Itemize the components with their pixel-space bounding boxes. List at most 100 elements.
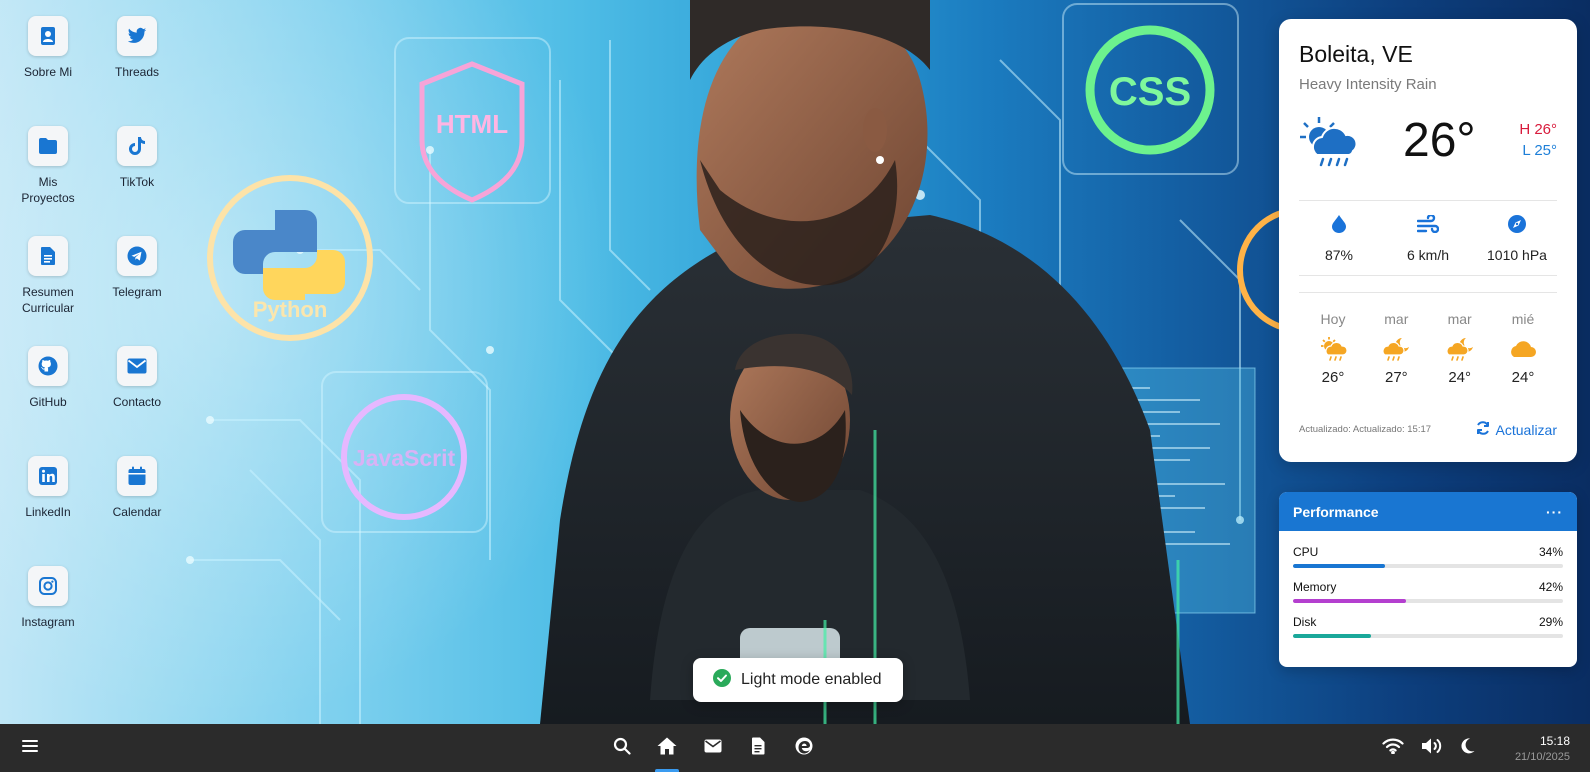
desktop-icon-linkedin[interactable]: LinkedIn bbox=[8, 456, 88, 520]
theme-toggle-button[interactable] bbox=[1446, 724, 1490, 772]
weather-description: Heavy Intensity Rain bbox=[1299, 76, 1437, 93]
refresh-label: Actualizar bbox=[1495, 421, 1557, 438]
weather-stats: 87% 6 km/h 1010 hPa bbox=[1299, 201, 1557, 275]
wifi-icon bbox=[1382, 738, 1404, 759]
metric-label: Disk bbox=[1293, 615, 1317, 629]
wind-value: 6 km/h bbox=[1406, 247, 1449, 263]
desktop-icon-github[interactable]: GitHub bbox=[8, 346, 88, 410]
desktop-icon-sobre-mi[interactable]: Sobre Mi bbox=[8, 16, 88, 80]
low-temperature: L 25° bbox=[1522, 142, 1557, 159]
sun-cloud-rain-icon bbox=[1319, 337, 1348, 363]
metric-value: 34% bbox=[1538, 545, 1563, 559]
desktop-icon-label: Telegram bbox=[112, 285, 162, 299]
taskbar-browser-button[interactable] bbox=[782, 724, 826, 772]
wifi-button[interactable] bbox=[1371, 724, 1415, 772]
forecast-day: mar 24° bbox=[1432, 311, 1488, 386]
forecast-day-label: Hoy bbox=[1320, 311, 1346, 327]
forecast-day: Hoy 26° bbox=[1305, 311, 1361, 386]
search-icon bbox=[613, 737, 631, 760]
forecast-temp: 26° bbox=[1321, 369, 1345, 386]
taskbar-mail-button[interactable] bbox=[691, 724, 735, 772]
compass-icon bbox=[1508, 215, 1526, 238]
css-badge-text: CSS bbox=[1109, 70, 1191, 114]
taskbar-home-button[interactable] bbox=[645, 724, 689, 772]
high-low: H 26° L 25° bbox=[1519, 119, 1557, 161]
toast-notification: Light mode enabled bbox=[693, 658, 903, 702]
check-circle-icon bbox=[713, 668, 731, 692]
desktop-icon-calendar[interactable]: Calendar bbox=[97, 456, 177, 520]
calendar-icon bbox=[117, 456, 157, 496]
javascript-badge-text: JavaScrit bbox=[353, 445, 456, 471]
desktop-icon-tiktok[interactable]: TikTok bbox=[97, 126, 177, 190]
taskbar-document-button[interactable] bbox=[736, 724, 780, 772]
document-icon bbox=[28, 236, 68, 276]
telegram-icon bbox=[117, 236, 157, 276]
forecast-temp: 24° bbox=[1511, 369, 1535, 386]
sun-cloud-rain-icon bbox=[1299, 115, 1361, 174]
metric-fill bbox=[1293, 634, 1372, 638]
forecast-row: Hoy 26° mar 27° mar 24° mié 24° bbox=[1299, 293, 1557, 386]
desktop-icon-label: Mis Proyectos bbox=[21, 175, 75, 205]
forecast-temp: 27° bbox=[1384, 369, 1408, 386]
cloud-icon bbox=[1509, 337, 1537, 363]
performance-title: Performance bbox=[1293, 503, 1379, 520]
document-icon bbox=[751, 737, 765, 760]
toast-message: Light mode enabled bbox=[741, 671, 882, 688]
desktop-icon-resumen-curricular[interactable]: Resumen Curricular bbox=[8, 236, 88, 316]
envelope-icon bbox=[117, 346, 157, 386]
desktop-icon-label: TikTok bbox=[119, 175, 155, 189]
metric-label: Memory bbox=[1293, 580, 1337, 594]
twitter-bird-icon bbox=[117, 16, 157, 56]
weather-footer: Actualizado: Actualizado: 15:17 Actualiz… bbox=[1299, 421, 1557, 438]
pressure-value: 1010 hPa bbox=[1487, 247, 1547, 263]
water-drop-icon bbox=[1332, 215, 1346, 238]
taskbar-search-button[interactable] bbox=[600, 724, 644, 772]
more-options-icon[interactable]: ··· bbox=[1546, 504, 1563, 520]
forecast-day-label: mar bbox=[1447, 311, 1472, 327]
tiktok-icon bbox=[117, 126, 157, 166]
desktop-icon-threads[interactable]: Threads bbox=[97, 16, 177, 80]
desktop-icon-instagram[interactable]: Instagram bbox=[8, 566, 88, 630]
last-updated: Actualizado: Actualizado: 15:17 bbox=[1299, 424, 1432, 435]
taskbar-clock[interactable]: 15:18 21/10/2025 bbox=[1515, 734, 1570, 763]
clock-time: 15:18 bbox=[1539, 734, 1570, 748]
metric-disk: Disk 29% bbox=[1293, 615, 1563, 638]
desktop-icon-mis-proyectos[interactable]: Mis Proyectos bbox=[8, 126, 88, 206]
humidity-stat: 87% bbox=[1299, 215, 1379, 263]
forecast-temp: 24° bbox=[1448, 369, 1471, 386]
metric-track bbox=[1293, 564, 1563, 568]
moon-cloud-rain-icon bbox=[1382, 337, 1410, 363]
linkedin-icon bbox=[28, 456, 68, 496]
desktop-icon-label: LinkedIn bbox=[25, 505, 71, 519]
humidity-value: 87% bbox=[1324, 247, 1354, 263]
divider bbox=[1299, 275, 1557, 276]
metric-value: 42% bbox=[1538, 580, 1563, 594]
hamburger-menu-icon bbox=[22, 739, 38, 758]
github-icon bbox=[28, 346, 68, 386]
desktop-icon-label: Instagram bbox=[21, 615, 75, 629]
wind-stat: 6 km/h bbox=[1388, 213, 1468, 263]
metric-cpu: CPU 34% bbox=[1293, 545, 1563, 568]
home-icon bbox=[657, 737, 677, 760]
desktop-icon-telegram[interactable]: Telegram bbox=[97, 236, 177, 300]
html-badge-text: HTML bbox=[436, 109, 508, 139]
performance-widget: Performance ··· CPU 34% Memory 42% Disk 29% bbox=[1279, 492, 1577, 667]
metric-memory: Memory 42% bbox=[1293, 580, 1563, 603]
refresh-button[interactable]: Actualizar bbox=[1476, 421, 1557, 438]
taskbar: 15:18 21/10/2025 bbox=[0, 724, 1590, 772]
person-badge-icon bbox=[28, 16, 68, 56]
desktop-icon-label: Resumen Curricular bbox=[21, 285, 74, 315]
forecast-day-label: mar bbox=[1384, 311, 1409, 327]
instagram-icon bbox=[28, 566, 68, 606]
high-temperature: H 26° bbox=[1519, 121, 1557, 138]
volume-icon bbox=[1421, 737, 1443, 760]
desktop-icon-contacto[interactable]: Contacto bbox=[97, 346, 177, 410]
refresh-icon bbox=[1476, 421, 1490, 438]
desktop-icon-label: Sobre Mi bbox=[23, 65, 73, 79]
metric-label: CPU bbox=[1293, 545, 1319, 559]
desktop-icon-label: Calendar bbox=[112, 505, 162, 519]
desktop-icon-label: Contacto bbox=[112, 395, 162, 409]
start-menu-button[interactable] bbox=[8, 724, 52, 772]
wind-icon bbox=[1416, 213, 1440, 238]
weather-city: Boleita, VE bbox=[1299, 41, 1413, 67]
